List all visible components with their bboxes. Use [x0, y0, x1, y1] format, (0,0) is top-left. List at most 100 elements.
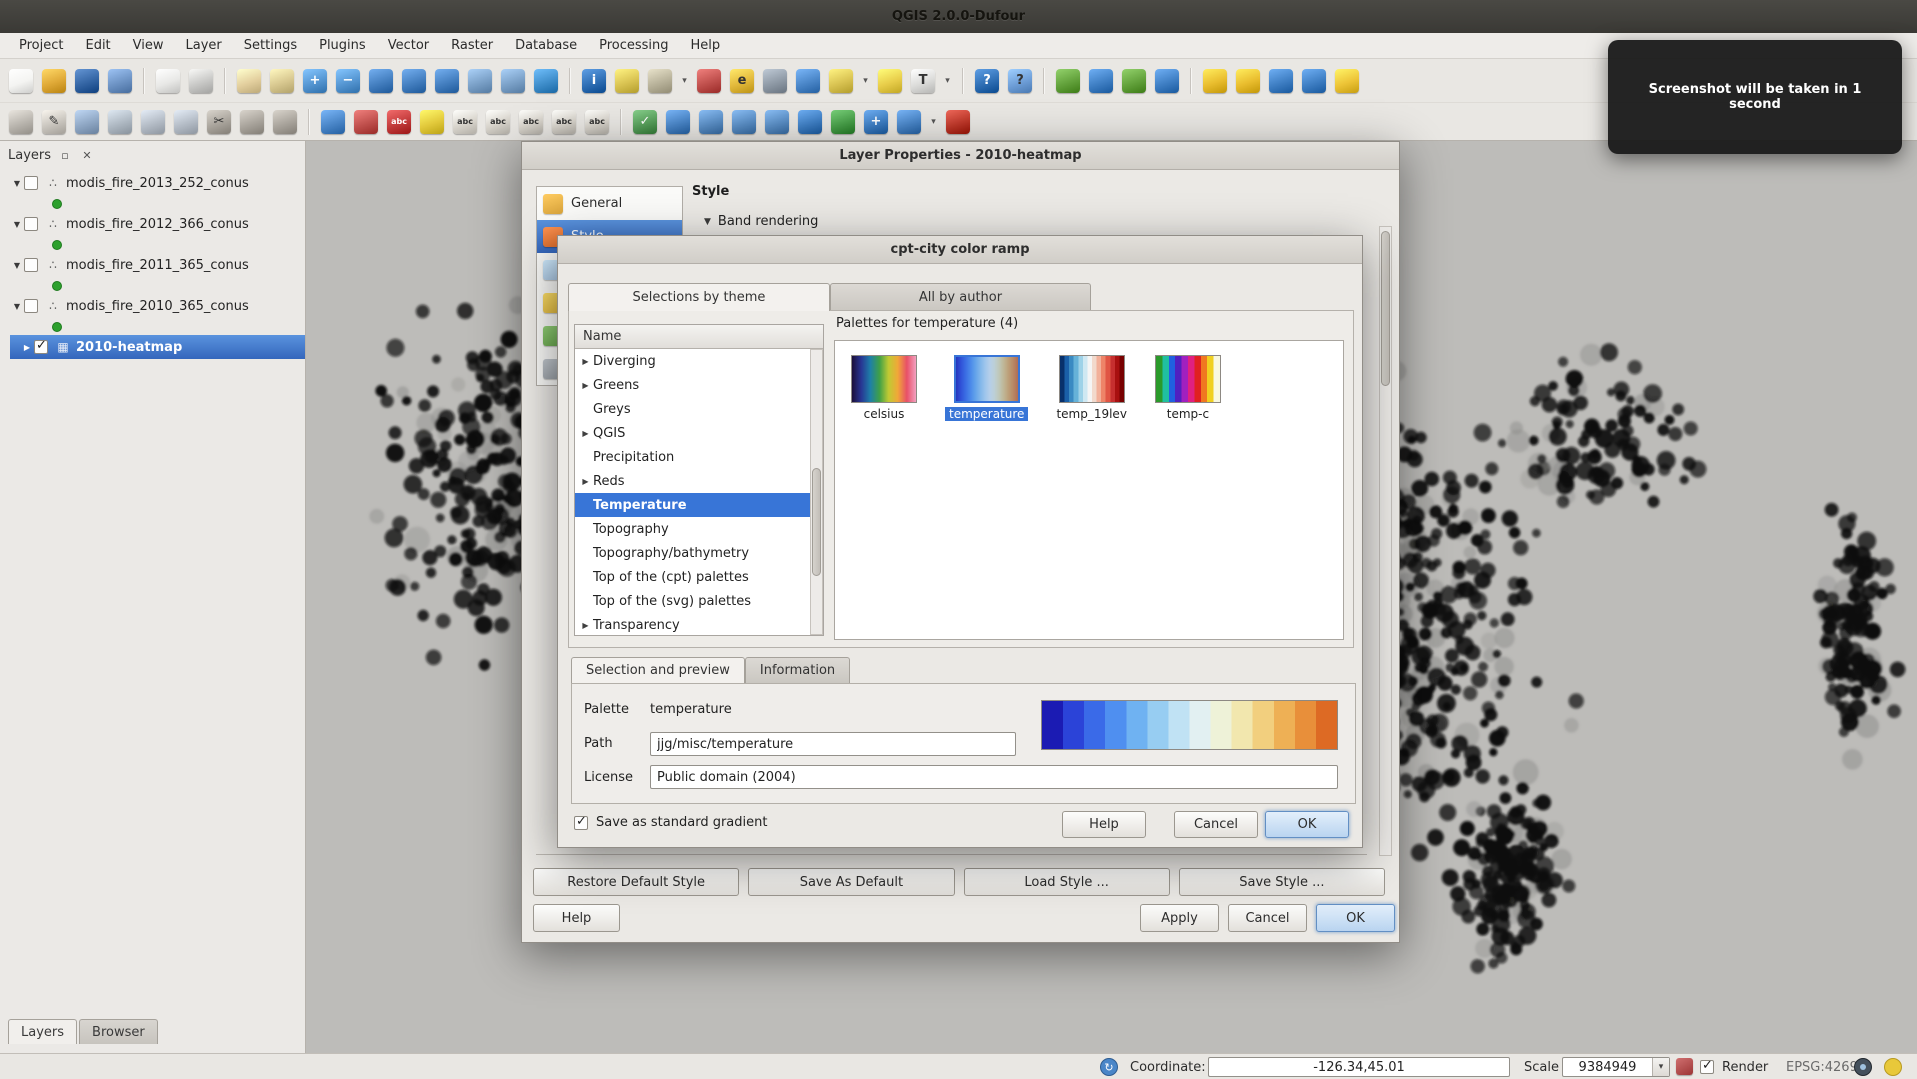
menu-raster[interactable]: Raster [440, 33, 504, 58]
panel-tab-layers[interactable]: Layers [8, 1019, 77, 1044]
menu-settings[interactable]: Settings [233, 33, 308, 58]
collapse-arrow-icon[interactable]: ▼ [10, 179, 24, 188]
layer-item-2010-heatmap[interactable]: ▶▦2010-heatmap [10, 335, 305, 359]
paste-features-button[interactable] [270, 107, 300, 137]
zoom-to-layer-button[interactable] [432, 66, 462, 96]
themes-scrollbar[interactable] [810, 349, 823, 635]
annotation-button[interactable] [875, 66, 905, 96]
label-highlight-button[interactable] [417, 107, 447, 137]
contrast-stretch-full-button[interactable] [1119, 66, 1149, 96]
cut-features-button[interactable]: ✂ [204, 107, 234, 137]
simplify-check-button[interactable]: ✓ [630, 107, 660, 137]
menu-plugins[interactable]: Plugins [308, 33, 377, 58]
ok-button[interactable]: OK [1316, 904, 1395, 932]
map-tips-button[interactable] [793, 66, 823, 96]
sidebar-item-general[interactable]: General [537, 187, 682, 220]
text-annotation-button[interactable]: T [908, 66, 938, 96]
menu-edit[interactable]: Edit [74, 33, 121, 58]
menu-project[interactable]: Project [8, 33, 74, 58]
log-messages-icon[interactable] [1884, 1058, 1902, 1076]
layer-item-modis-fire-2010-365-conus[interactable]: ▼∴modis_fire_2010_365_conus [0, 294, 305, 318]
band-rendering-section[interactable]: ▼ Band rendering [704, 214, 818, 229]
layer-visibility-checkbox[interactable] [24, 176, 38, 190]
zoom-out-button[interactable]: − [333, 66, 363, 96]
vertex-tool-button[interactable] [894, 107, 924, 137]
ok-button[interactable]: OK [1265, 811, 1349, 838]
dock-float-icon[interactable]: ▫ [57, 147, 73, 163]
load-style-button[interactable]: Load Style ... [964, 868, 1170, 896]
theme-precipitation[interactable]: Precipitation [575, 445, 823, 469]
save-gradient-checkbox[interactable] [574, 816, 588, 830]
wms-service-button[interactable] [1266, 66, 1296, 96]
zoom-in-button[interactable]: + [300, 66, 330, 96]
palette-temperature[interactable]: temperature [945, 355, 1028, 421]
add-point-button[interactable]: + [861, 107, 891, 137]
layer-visibility-checkbox[interactable] [24, 217, 38, 231]
dropdown-arrow-icon[interactable]: ▾ [678, 76, 691, 86]
theme-topography[interactable]: Topography [575, 517, 823, 541]
rotate-feature-button[interactable] [138, 107, 168, 137]
theme-transparency[interactable]: ▶Transparency [575, 613, 823, 637]
cancel-button[interactable]: Cancel [1174, 811, 1258, 838]
collapse-arrow-icon[interactable]: ▼ [10, 220, 24, 229]
expand-arrow-icon[interactable]: ▶ [578, 477, 593, 486]
save-style-button[interactable]: Save Style ... [1179, 868, 1385, 896]
dropdown-arrow-icon[interactable]: ▾ [941, 76, 954, 86]
sphere-tool-button[interactable] [795, 107, 825, 137]
simplify-feature-button[interactable] [171, 107, 201, 137]
label-show-hide-button[interactable]: abc [483, 107, 513, 137]
save-project-button[interactable] [72, 66, 102, 96]
new-project-button[interactable] [6, 66, 36, 96]
tab-selection-and-preview[interactable]: Selection and preview [571, 657, 745, 683]
layer-item-modis-fire-2013-252-conus[interactable]: ▼∴modis_fire_2013_252_conus [0, 171, 305, 195]
help-button[interactable]: Help [1062, 811, 1146, 838]
layer-visibility-checkbox[interactable] [24, 258, 38, 272]
layer-item-modis-fire-2011-365-conus[interactable]: ▼∴modis_fire_2011_365_conus [0, 253, 305, 277]
delete-selected-button[interactable] [351, 107, 381, 137]
histogram-stretch-full-button[interactable] [1053, 66, 1083, 96]
cpt-city-titlebar[interactable]: cpt-city color ramp [558, 236, 1362, 264]
node-tool-button[interactable] [105, 107, 135, 137]
toggle-editing-button[interactable]: ✎ [39, 107, 69, 137]
expand-arrow-icon[interactable]: ▶ [578, 357, 593, 366]
measure-line-button[interactable] [826, 66, 856, 96]
expand-arrow-icon[interactable]: ▶ [578, 621, 593, 630]
new-bookmark-button[interactable] [694, 66, 724, 96]
layer-properties-titlebar[interactable]: Layer Properties - 2010-heatmap [522, 142, 1399, 170]
scale-combo[interactable]: 9384949 ▾ [1562, 1057, 1670, 1077]
tab-all-by-author[interactable]: All by author [830, 283, 1091, 311]
pan-to-selection-button[interactable] [267, 66, 297, 96]
current-edits-button[interactable] [6, 107, 36, 137]
contrast-stretch-local-button[interactable] [1152, 66, 1182, 96]
layer-visibility-checkbox[interactable] [34, 340, 48, 354]
theme-reds[interactable]: ▶Reds [575, 469, 823, 493]
palette-temp-c[interactable]: temp-c [1155, 355, 1221, 421]
scale-dropdown-icon[interactable]: ▾ [1652, 1058, 1669, 1076]
dropdown-arrow-icon[interactable]: ▾ [927, 117, 940, 127]
help-contents-button[interactable]: ? [972, 66, 1002, 96]
offset-curve-button[interactable] [729, 107, 759, 137]
scrollbar-thumb[interactable] [812, 468, 821, 576]
theme-top-of-the-cpt-palettes[interactable]: Top of the (cpt) palettes [575, 565, 823, 589]
rendering-status-icon[interactable]: ↻ [1100, 1058, 1118, 1076]
whats-this-button[interactable]: ? [1005, 66, 1035, 96]
copy-features-button[interactable] [237, 107, 267, 137]
refresh-map-button[interactable] [531, 66, 561, 96]
zoom-full-button[interactable] [366, 66, 396, 96]
identify-features-button[interactable]: i [579, 66, 609, 96]
theme-topography-bathymetry[interactable]: Topography/bathymetry [575, 541, 823, 565]
zoom-next-button[interactable] [498, 66, 528, 96]
zoom-to-selection-button[interactable] [399, 66, 429, 96]
pan-map-button[interactable] [234, 66, 264, 96]
restore-default-style-button[interactable]: Restore Default Style [533, 868, 739, 896]
dock-close-icon[interactable]: ✕ [79, 147, 95, 163]
web-service-button[interactable] [1233, 66, 1263, 96]
apply-button[interactable]: Apply [1140, 904, 1219, 932]
scale-lock-icon[interactable] [1676, 1058, 1693, 1075]
panel-tab-browser[interactable]: Browser [79, 1019, 158, 1044]
label-pin-button[interactable]: abc [384, 107, 414, 137]
theme-greens[interactable]: ▶Greens [575, 373, 823, 397]
help-button[interactable]: Help [533, 904, 620, 932]
zoom-last-button[interactable] [465, 66, 495, 96]
histogram-stretch-local-button[interactable] [1086, 66, 1116, 96]
